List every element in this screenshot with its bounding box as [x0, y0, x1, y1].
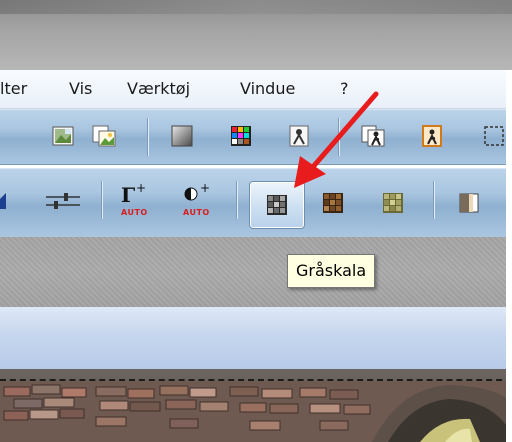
gamma-symbol: Γ	[121, 183, 136, 207]
gamma-auto-button[interactable]: Γ + AUTO	[118, 181, 156, 223]
person-frame-orange-icon	[422, 125, 442, 147]
plus-symbol: +	[200, 181, 211, 195]
brick-photo	[0, 381, 512, 442]
color-balance-button[interactable]	[457, 191, 481, 215]
toolbar-separator	[236, 181, 237, 219]
auto-label: AUTO	[183, 208, 210, 217]
contrast-auto-icon: + AUTO	[180, 181, 218, 223]
contrast-auto-button[interactable]: + AUTO	[180, 181, 218, 223]
contrast-half-circle-icon	[184, 187, 198, 201]
toolbar-separator	[147, 118, 148, 156]
image-scan-button[interactable]	[51, 124, 75, 148]
menu-bar: lter Vis Værktøj Vindue ?	[0, 70, 512, 109]
menu-vaerktoj[interactable]: Værktøj	[127, 79, 190, 98]
color-palette-icon	[231, 126, 251, 146]
tooltip: Gråskala	[287, 254, 376, 288]
selection-rect-icon	[484, 126, 504, 146]
workspace-background	[0, 237, 512, 307]
toolbar-separator	[101, 181, 102, 219]
color-balance-icon	[459, 193, 479, 213]
gray-gradient-icon	[171, 125, 193, 147]
color-palette-button[interactable]	[229, 124, 253, 148]
levels-sliders-icon	[46, 193, 80, 209]
toolbar-separator	[433, 181, 434, 219]
document-tab-strip	[0, 307, 512, 369]
image-scan-icon	[52, 126, 74, 146]
brightness-icon	[0, 193, 6, 209]
levels-sliders-button[interactable]	[44, 189, 82, 213]
brightness-button[interactable]	[0, 189, 10, 213]
menu-filter[interactable]: lter	[0, 79, 27, 98]
menu-vis[interactable]: Vis	[69, 79, 92, 98]
copy-image-icon	[92, 125, 116, 147]
window-title-bar[interactable]	[0, 0, 512, 70]
person-frame-orange-button[interactable]	[420, 124, 444, 148]
gamma-auto-icon: Γ + AUTO	[118, 181, 156, 223]
image-canvas[interactable]	[0, 369, 512, 442]
window-right-edge	[506, 70, 512, 442]
annotation-arrow	[294, 91, 379, 188]
selection-rect-button[interactable]	[482, 124, 506, 148]
main-toolbar	[0, 109, 512, 165]
copy-image-button[interactable]	[92, 124, 116, 148]
plus-symbol: +	[136, 181, 147, 195]
gray-gradient-button[interactable]	[170, 124, 194, 148]
auto-label: AUTO	[121, 208, 148, 217]
